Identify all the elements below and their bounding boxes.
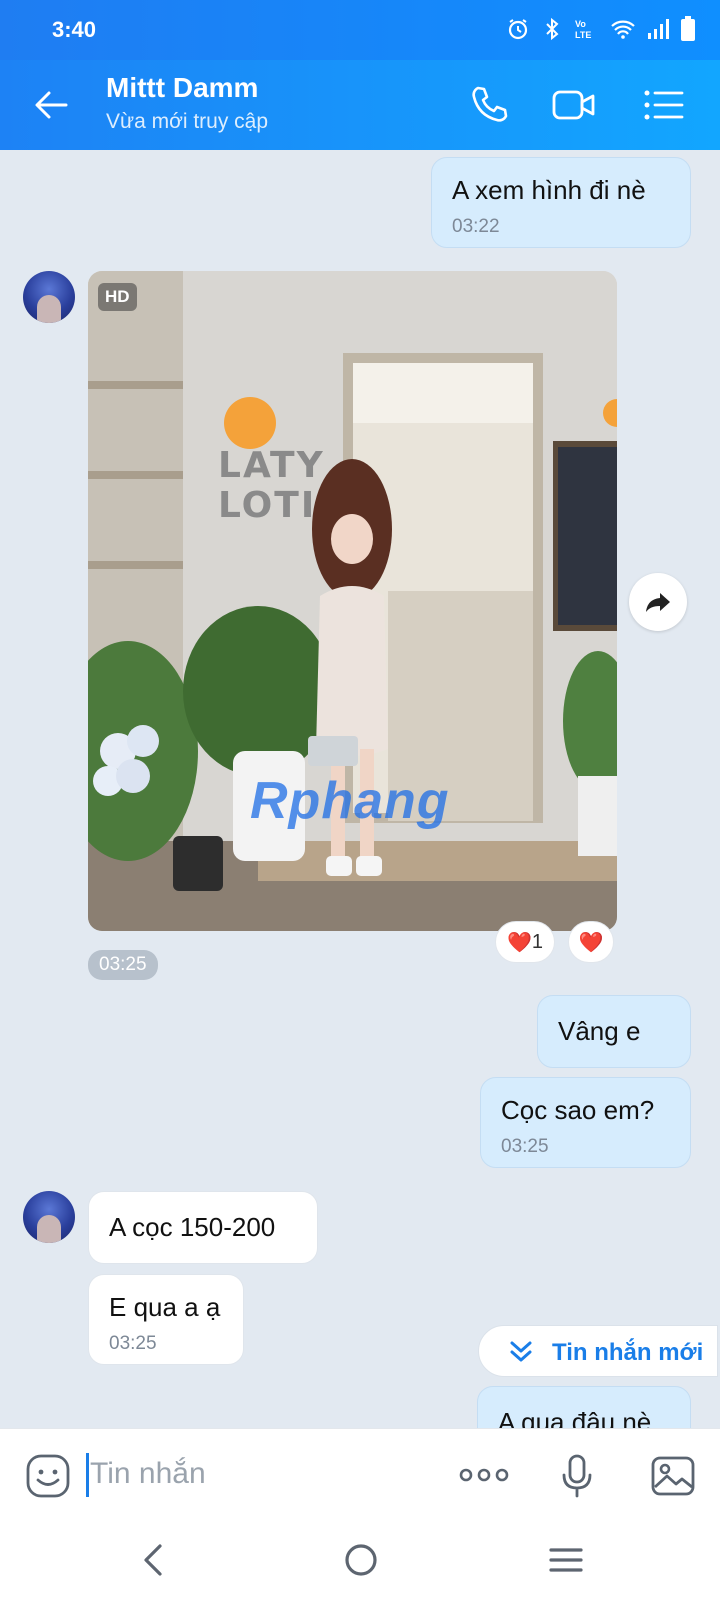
forward-button[interactable]: [629, 573, 687, 631]
message-input[interactable]: Tin nhắn: [86, 1451, 426, 1499]
message-bubble-outgoing[interactable]: Cọc sao em? 03:25: [480, 1077, 691, 1168]
new-messages-button[interactable]: Tin nhắn mới: [478, 1325, 718, 1377]
back-arrow-icon[interactable]: [30, 84, 72, 126]
contact-name[interactable]: Mittt Damm: [106, 72, 258, 104]
message-bubble-outgoing[interactable]: A xem hình đi nè 03:22: [431, 157, 691, 248]
signal-icon: [648, 19, 669, 39]
video-call-icon[interactable]: [551, 82, 597, 128]
message-text: Vâng e: [558, 1016, 641, 1046]
nav-back-icon[interactable]: [138, 1540, 168, 1580]
reaction-summary[interactable]: ❤️ 1: [495, 921, 555, 963]
photo-illustration: [88, 271, 617, 931]
more-options-icon[interactable]: [458, 1461, 510, 1489]
text-caret: [86, 1453, 89, 1497]
menu-list-icon[interactable]: [640, 82, 686, 128]
message-text: Cọc sao em?: [501, 1095, 655, 1125]
message-bubble-outgoing[interactable]: Vâng e: [537, 995, 691, 1068]
bluetooth-icon: [546, 17, 559, 41]
system-navigation-bar: [0, 1520, 720, 1600]
avatar[interactable]: [23, 1191, 75, 1243]
message-bubble-incoming[interactable]: A cọc 150-200: [88, 1191, 318, 1264]
microphone-icon[interactable]: [560, 1453, 594, 1499]
message-time: 03:25: [88, 950, 158, 980]
message-time: 03:22: [452, 216, 500, 237]
message-time: 03:25: [109, 1333, 157, 1354]
photo-message[interactable]: LATY LOTI HD Rphang: [88, 271, 617, 931]
message-text: A cọc 150-200: [109, 1212, 276, 1242]
avatar[interactable]: [23, 271, 75, 323]
hd-badge: HD: [98, 283, 137, 311]
nav-recents-icon[interactable]: [548, 1540, 584, 1580]
volte-icon: VoLTE: [575, 19, 591, 40]
nav-home-icon[interactable]: [343, 1540, 379, 1580]
shop-sign-text: LATY LOTI: [218, 445, 325, 526]
battery-icon: [681, 16, 695, 41]
message-time: 03:25: [501, 1136, 549, 1157]
status-icons: Vo LTE: [506, 16, 696, 42]
message-text: A xem hình đi nè: [452, 175, 646, 205]
wifi-icon: [611, 20, 635, 39]
alarm-icon: [508, 19, 528, 40]
phone-call-icon[interactable]: [466, 82, 512, 128]
reaction-count: 1: [531, 930, 544, 953]
message-input-bar: Tin nhắn: [0, 1428, 720, 1520]
message-text: E qua a ạ: [109, 1292, 221, 1322]
double-chevron-down-icon: [510, 1341, 532, 1362]
message-bubble-incoming[interactable]: E qua a ạ 03:25: [88, 1274, 244, 1365]
status-bar: 3:40 Vo LTE: [0, 0, 720, 60]
image-gallery-icon[interactable]: [650, 1453, 696, 1499]
share-arrow-icon: [646, 593, 670, 612]
heart-icon: ❤️: [506, 931, 532, 954]
status-time: 3:40: [52, 17, 97, 42]
chat-header: Mittt Damm Vừa mới truy cập: [0, 60, 720, 150]
svg-text:LTE: LTE: [575, 30, 591, 40]
new-messages-label: Tin nhắn mới: [552, 1339, 704, 1366]
emoji-sticker-icon[interactable]: [25, 1453, 71, 1499]
svg-text:Vo: Vo: [575, 19, 586, 29]
watermark-text: Rphang: [250, 772, 450, 830]
react-button[interactable]: ❤️: [568, 921, 614, 963]
heart-icon: ❤️: [578, 931, 604, 954]
contact-status: Vừa mới truy cập: [106, 110, 269, 133]
message-input-placeholder: Tin nhắn: [90, 1457, 206, 1490]
